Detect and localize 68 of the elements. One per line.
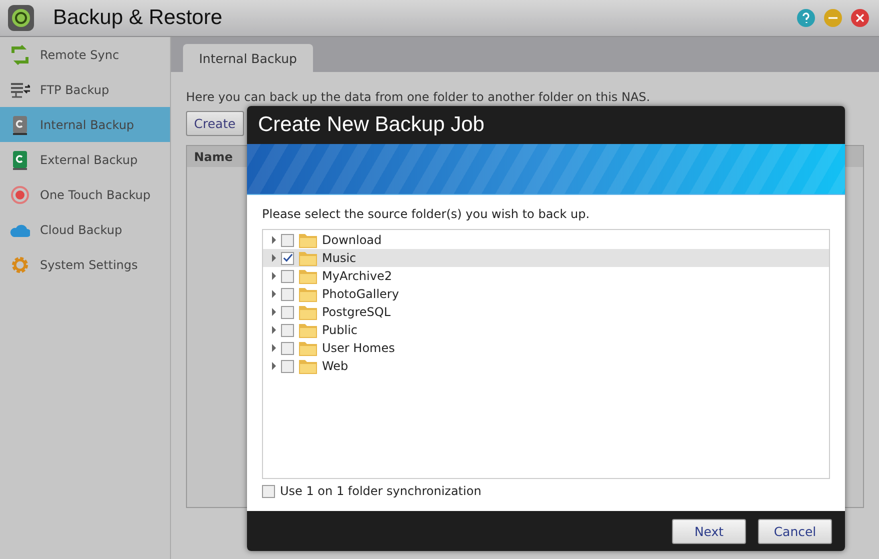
folder-name: Download	[322, 233, 382, 247]
sync-arrows-icon	[10, 44, 30, 64]
folder-name: Public	[322, 323, 358, 337]
expand-arrow-icon[interactable]	[272, 236, 276, 244]
folder-icon	[299, 358, 317, 374]
expand-arrow-icon[interactable]	[272, 344, 276, 352]
expand-arrow-icon[interactable]	[272, 254, 276, 262]
column-header[interactable]: Name	[187, 150, 233, 164]
checkbox[interactable]	[281, 252, 294, 264]
next-button[interactable]: Next	[672, 518, 746, 544]
tree-row[interactable]: Public	[263, 321, 829, 339]
sidebar-item[interactable]: FTP Backup	[0, 72, 170, 107]
description-text: Here you can back up the data from one folder to another folder on this NAS.	[186, 90, 652, 104]
folder-name: PostgreSQL	[322, 305, 391, 319]
create-button[interactable]: Create	[186, 111, 244, 136]
folder-icon	[299, 232, 317, 248]
folder-name: PhotoGallery	[322, 287, 399, 301]
sidebar-item[interactable]: Cloud Backup	[0, 212, 170, 247]
folder-name: MyArchive2	[322, 269, 392, 283]
checkbox[interactable]	[281, 288, 294, 300]
dialog-title: Create New Backup Job	[258, 113, 484, 137]
checkbox[interactable]	[281, 324, 294, 336]
checkbox[interactable]	[281, 360, 294, 372]
window-title: Backup & Restore	[53, 6, 222, 30]
tree-row[interactable]: Web	[263, 357, 829, 375]
folder-icon	[299, 304, 317, 320]
minimize-icon[interactable]	[824, 9, 842, 27]
tree-row[interactable]: Music	[263, 249, 829, 267]
record-icon	[10, 184, 30, 204]
option-label: Use 1 on 1 folder synchronization	[280, 484, 482, 498]
app-logo-icon	[7, 4, 35, 32]
checkbox[interactable]	[281, 342, 294, 354]
tree-row[interactable]: User Homes	[263, 339, 829, 357]
tree-row[interactable]: Download	[263, 231, 829, 249]
checkbox[interactable]	[281, 306, 294, 318]
close-icon[interactable]	[851, 9, 869, 27]
check-icon	[282, 252, 293, 264]
folder-name: Web	[322, 359, 348, 373]
prompt-text: Please select the source folder(s) you wish to back up.	[262, 207, 591, 221]
expand-arrow-icon[interactable]	[272, 290, 276, 298]
drive-icon	[10, 150, 30, 170]
folder-name: User Homes	[322, 341, 395, 355]
expand-arrow-icon[interactable]	[272, 326, 276, 334]
help-icon[interactable]	[797, 9, 815, 27]
tree-row[interactable]: PhotoGallery	[263, 285, 829, 303]
folder-icon	[299, 250, 317, 266]
sidebar-item[interactable]: System Settings	[0, 247, 170, 282]
folder-icon	[299, 286, 317, 302]
tree-row[interactable]: MyArchive2	[263, 267, 829, 285]
folder-name: Music	[322, 251, 356, 265]
checkbox[interactable]	[281, 234, 294, 246]
sidebar-item[interactable]: Internal Backup	[0, 107, 170, 142]
checkbox[interactable]	[281, 270, 294, 282]
folder-icon	[299, 322, 317, 338]
cancel-button[interactable]: Cancel	[758, 518, 832, 544]
sidebar-item[interactable]: One Touch Backup	[0, 177, 170, 212]
folder-icon	[299, 340, 317, 356]
folder-icon	[299, 268, 317, 284]
expand-arrow-icon[interactable]	[272, 272, 276, 280]
settings-icon	[10, 254, 30, 274]
tab[interactable]: Internal Backup	[183, 44, 313, 72]
tree-row[interactable]: PostgreSQL	[263, 303, 829, 321]
expand-arrow-icon[interactable]	[272, 362, 276, 370]
sidebar-item[interactable]: Remote Sync	[0, 37, 170, 72]
checkbox[interactable]	[262, 484, 275, 498]
sidebar-item[interactable]: External Backup	[0, 142, 170, 177]
drive-icon	[10, 114, 30, 134]
expand-arrow-icon[interactable]	[272, 308, 276, 316]
